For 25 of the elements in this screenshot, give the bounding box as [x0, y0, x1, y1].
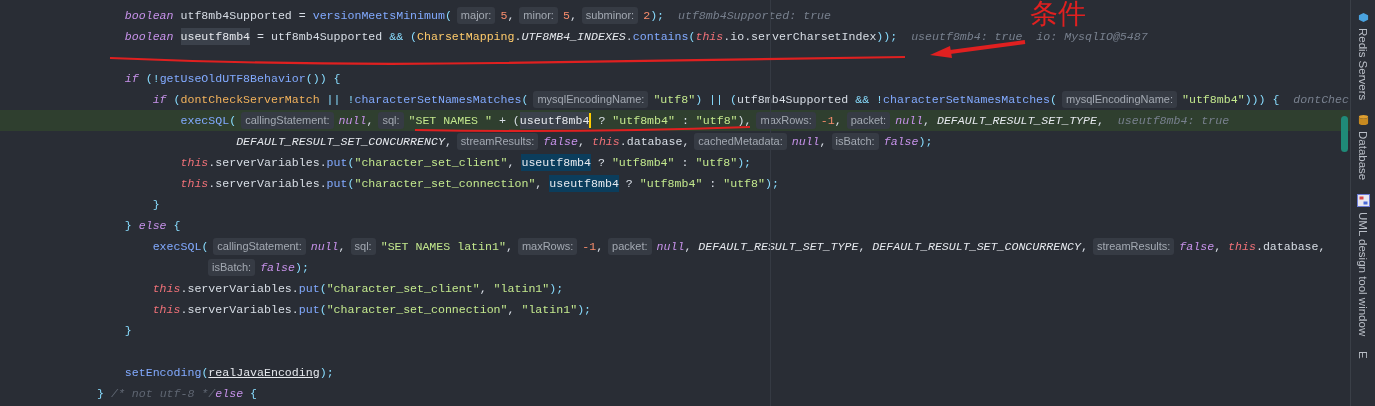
code-line: this.serverVariables.put("character_set_connection", "latin1");: [151, 301, 593, 318]
code-line: DEFAULT_RESULT_SET_CONCURRENCY, streamResults: false, this.database, cachedMetadata: null, isBatch: false);: [235, 132, 934, 152]
annotation-label: 条件: [1030, 0, 1086, 29]
tool-window-tab[interactable]: Database: [1356, 114, 1370, 181]
code-line: } else {: [123, 217, 182, 234]
database-icon: [1357, 114, 1369, 127]
code-line: this.serverVariables.put("character_set_client", useutf8mb4 ? "utf8mb4" : "utf8");: [0, 152, 1350, 173]
code-line: }: [123, 322, 133, 339]
code-line: this.serverVariables.put("character_set_connection", useutf8mb4 ? "utf8mb4" : "utf8");: [0, 173, 1350, 194]
code-line: if (!getUseOldUTF8Behavior()) {: [123, 70, 342, 87]
code-line: isBatch: false);: [0, 257, 1350, 278]
diagram-icon: [1356, 194, 1370, 208]
code-line: boolean useutf8mb4 = utf8mb4Supported && (CharsetMapping.UTF8MB4_INDEXES.contains(this.io.serverCharsetIndex)); useutf8mb4: true io: MysqlIO@5487: [0, 26, 1350, 47]
code-line: }: [151, 196, 161, 213]
cube-icon: [1357, 12, 1369, 23]
scroll-marker: [1341, 116, 1348, 152]
tool-window-tab[interactable]: E: [1356, 350, 1370, 359]
code-line: if (dontCheckServerMatch || !characterSetNamesMatches( mysqlEncodingName: "utf8") || (utf8mb4Supported && !characterSetNamesMatches( mysqlEncodingName: "utf8mb4"))) { dontChec: [151, 90, 1350, 110]
tool-window-tab[interactable]: UML design tool window: [1356, 194, 1370, 337]
code-line: this.serverVariables.put("character_set_client", "latin1");: [151, 280, 565, 297]
code-line: } /* not utf-8 */else {: [96, 385, 259, 402]
code-editor[interactable]: [0, 0, 1350, 406]
tool-window-tab[interactable]: Redis Servers: [1356, 12, 1370, 101]
code-line: execSQL( callingStatement: null, sql: "SET NAMES latin1", maxRows: -1, packet: null, DEFAULT_RESULT_SET_TYPE, DEFAULT_RESULT_SET_CONCURRENCY, streamResults: false, this.database,: [151, 237, 1327, 257]
code-line: setEncoding(realJavaEncoding);: [123, 364, 335, 381]
